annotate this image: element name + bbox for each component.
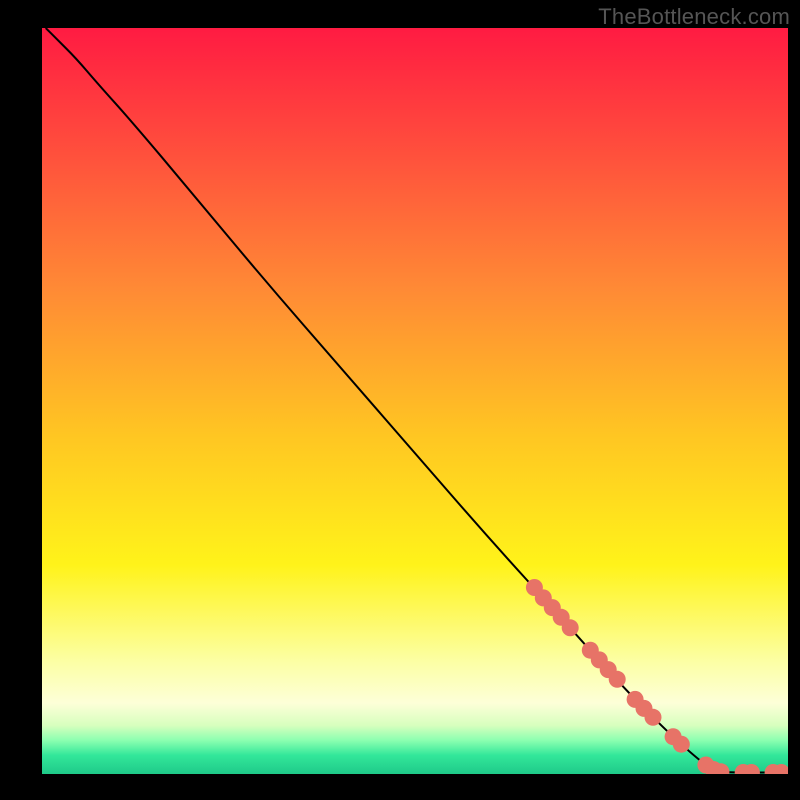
data-marker	[562, 619, 579, 636]
watermark-text: TheBottleneck.com	[598, 4, 790, 30]
plot-area	[42, 28, 788, 774]
chart-frame: TheBottleneck.com	[0, 0, 800, 800]
gradient-background	[42, 28, 788, 774]
chart-svg	[42, 28, 788, 774]
data-marker	[609, 671, 626, 688]
data-marker	[645, 709, 662, 726]
data-marker	[673, 736, 690, 753]
